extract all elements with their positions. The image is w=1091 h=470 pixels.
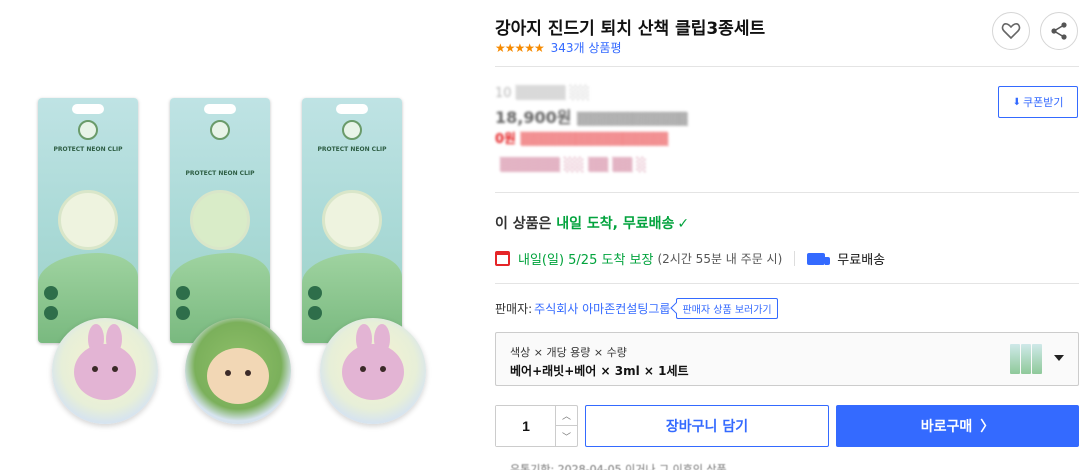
delivery-headline: 이 상품은 내일 도착, 무료배송 ✓ <box>495 213 689 233</box>
chevron-down-icon: ﹀ <box>561 432 571 443</box>
package-right: PROTECT NEON CLIP <box>302 98 402 343</box>
feature-badge <box>44 286 58 300</box>
rating-row[interactable]: ★★★★★ 343개 상품평 <box>495 39 622 56</box>
arrival-date: 내일(일) 5/25 도착 보장 <box>518 253 654 268</box>
delivery-info-row: 내일(일) 5/25 도착 보장 (2시간 55분 내 주문 시) 무료배송 <box>495 249 885 268</box>
feature-badge <box>176 306 190 320</box>
seller-row: 판매자: 주식회사 아마존컨설팅그룹 판매자 상품 보러가기 <box>495 298 778 319</box>
add-to-cart-button[interactable]: 장바구니 담기 <box>585 405 829 447</box>
product-image[interactable]: PROTECT NEON CLIP PROTECT NEON CLIP PROT… <box>0 0 470 470</box>
headline-prefix: 이 상품은 <box>495 216 557 232</box>
buy-label: 바로구매 <box>920 419 973 435</box>
heart-icon <box>1001 23 1021 40</box>
feature-badge <box>308 306 322 320</box>
divider <box>495 192 1079 193</box>
bunny-clip-left <box>52 318 158 424</box>
thumb-pkg <box>1021 344 1031 374</box>
bunny-face <box>342 344 404 400</box>
discount-price: 0원 ▒▒▒▒▒▒▒▒▒▒▒▒▒▒▒▒ <box>495 132 669 147</box>
hang-hole <box>72 104 104 114</box>
shipping-label: 무료배송 <box>837 253 886 268</box>
chevron-down-icon[interactable] <box>1054 355 1064 361</box>
option-label: 색상 × 개당 용량 × 수량 <box>510 346 627 359</box>
review-count-link[interactable]: 343개 상품평 <box>551 41 622 55</box>
share-icon <box>1051 22 1067 40</box>
product-title: 강아지 진드기 퇴치 산책 클립3종세트 <box>495 19 766 39</box>
feature-badge <box>44 306 58 320</box>
thumb-pkg <box>1032 344 1042 374</box>
checkmark-icon: ✓ <box>677 216 690 232</box>
seller-products-button[interactable]: 판매자 상품 보러가기 <box>676 298 778 319</box>
chevron-up-icon: ︿ <box>561 412 571 422</box>
brand-logo <box>78 120 98 140</box>
hang-hole <box>204 104 236 114</box>
brand-logo <box>342 120 362 140</box>
package-center: PROTECT NEON CLIP <box>170 98 270 343</box>
option-selector[interactable]: 색상 × 개당 용량 × 수량 베어+래빗+베어 × 3ml × 1세트 <box>495 332 1079 386</box>
eye <box>225 370 231 376</box>
coupon-button[interactable]: ⬇ 쿠폰받기 <box>998 86 1078 118</box>
option-value: 베어+래빗+베어 × 3ml × 1세트 <box>510 364 689 378</box>
package-label: PROTECT NEON CLIP <box>185 170 255 177</box>
hang-hole <box>336 104 368 114</box>
bear-clip <box>185 318 291 424</box>
package-window <box>190 190 250 250</box>
seller-prefix: 판매자: <box>495 302 533 316</box>
download-icon: ⬇ <box>1012 96 1021 108</box>
seller-name-link[interactable]: 주식회사 아마존컨설팅그룹 <box>534 300 670 317</box>
promo-line: ▒▒▒▒▒▒ ░░ ▒▒ ▒▒ ░ <box>500 158 647 173</box>
package-window <box>58 190 118 250</box>
package-label: PROTECT NEON CLIP <box>53 146 123 153</box>
eye <box>360 366 366 372</box>
order-deadline: (2시간 55분 내 주문 시) <box>657 252 783 266</box>
wishlist-button[interactable] <box>992 12 1030 50</box>
thumb-pkg <box>1010 344 1020 374</box>
divider <box>495 66 1079 67</box>
bunny-face <box>74 344 136 400</box>
eye <box>112 366 118 372</box>
quantity-decrease-button[interactable]: ﹀ <box>555 426 577 446</box>
bear-face <box>207 348 269 404</box>
sale-price: 18,900원 ▒▒▒▒▒▒▒▒▒▒▒▒ <box>495 108 688 127</box>
truck-icon <box>807 252 831 265</box>
coupon-label: 쿠폰받기 <box>1022 96 1064 109</box>
calendar-icon <box>495 251 510 266</box>
star-rating-icon: ★★★★★ <box>495 41 545 55</box>
quantity-increase-button[interactable]: ︿ <box>555 406 577 426</box>
divider <box>495 283 1079 284</box>
quantity-stepper[interactable]: ︿ ﹀ <box>495 405 578 447</box>
quantity-input[interactable] <box>496 406 556 446</box>
eye <box>92 366 98 372</box>
package-label: PROTECT NEON CLIP <box>317 146 387 153</box>
eye <box>245 370 251 376</box>
expiry-note: 유통기한: 2028-04-05 이거나 그 이후인 상품 <box>510 463 727 470</box>
cart-label: 장바구니 담기 <box>665 419 749 435</box>
price-line-1: 10 ▒▒▒▒▒ ░░ <box>495 86 590 101</box>
package-window <box>322 190 382 250</box>
bunny-clip-right <box>320 318 426 424</box>
share-button[interactable] <box>1040 12 1078 50</box>
package-left: PROTECT NEON CLIP <box>38 98 138 343</box>
chevron-right-icon: 〉 <box>980 419 995 435</box>
eye <box>380 366 386 372</box>
vertical-separator <box>794 251 796 266</box>
feature-badge <box>308 286 322 300</box>
feature-badge <box>176 286 190 300</box>
headline-highlight: 내일 도착, 무료배송 <box>556 216 675 232</box>
brand-logo <box>210 120 230 140</box>
option-thumbnail <box>1010 344 1042 374</box>
buy-now-button[interactable]: 바로구매 〉 <box>836 405 1079 447</box>
